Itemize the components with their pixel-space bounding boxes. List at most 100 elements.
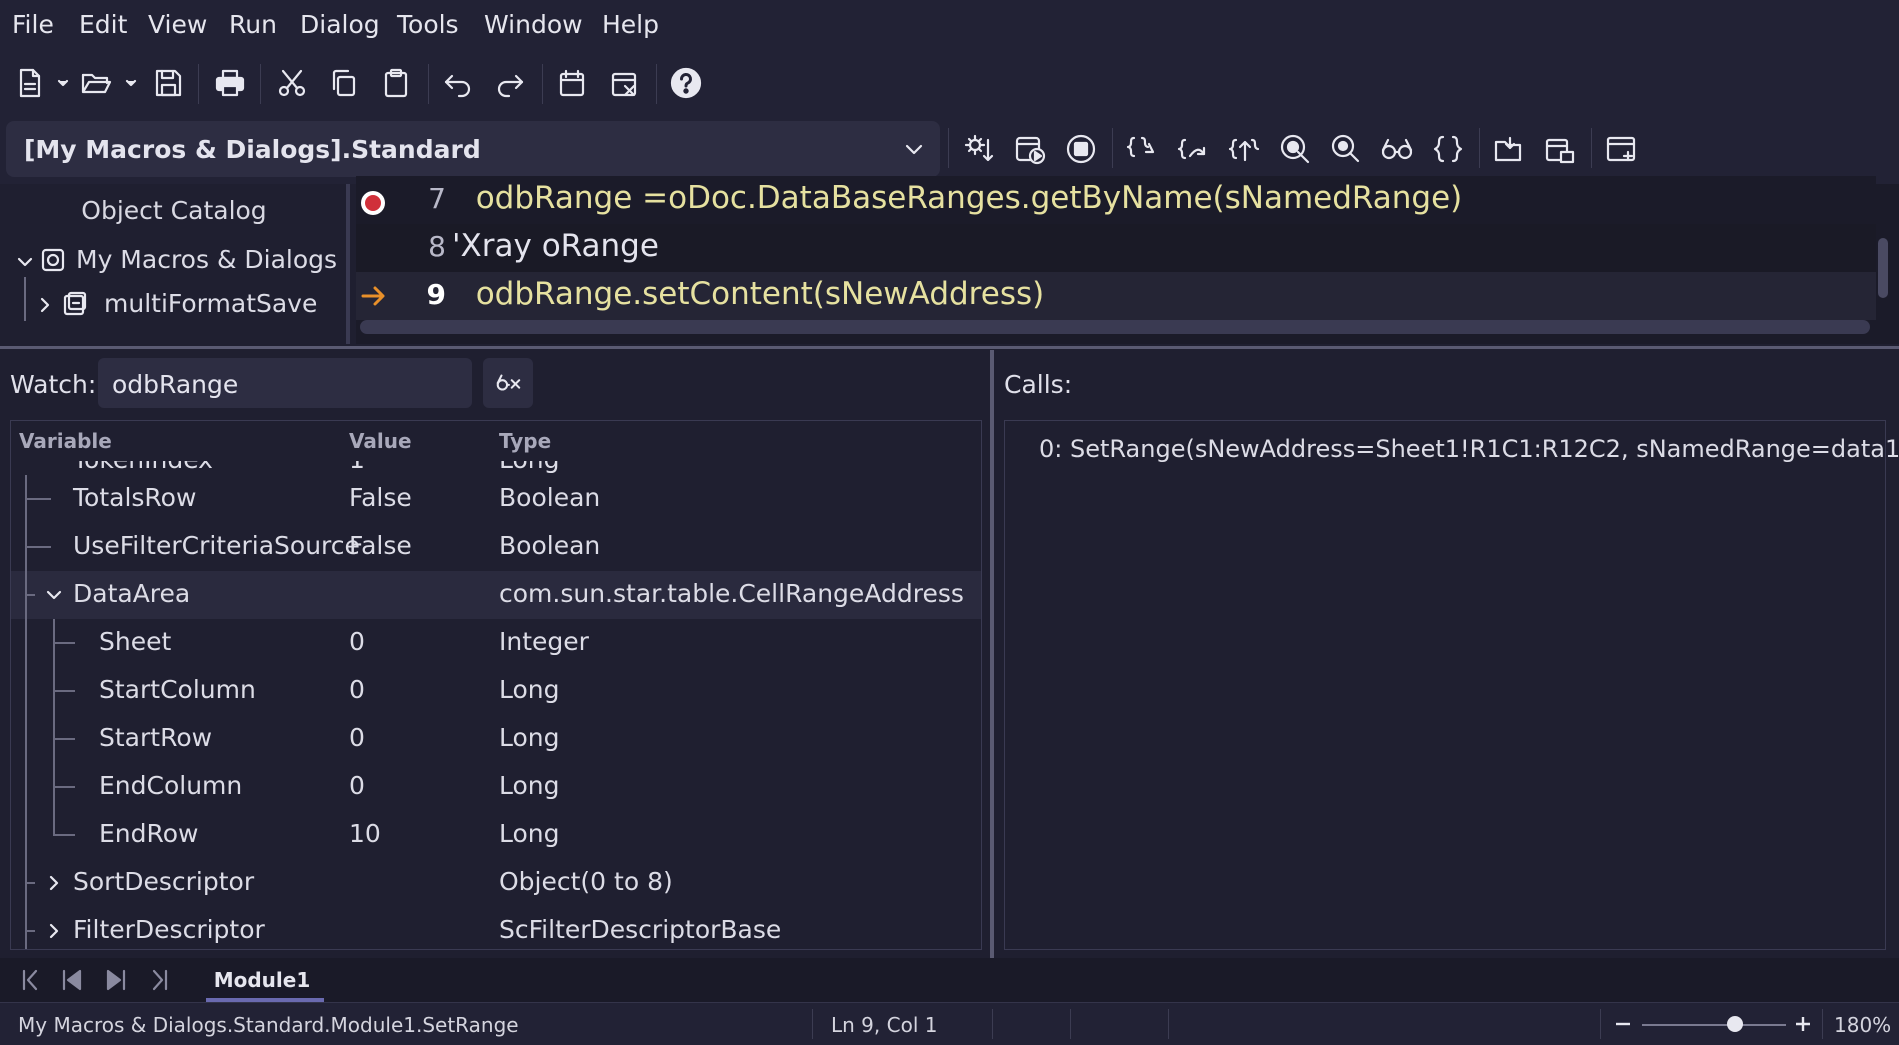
toolbar-separator (1591, 128, 1592, 168)
code-line[interactable]: 7 odbRange =oDoc.DataBaseRanges.getByNam… (356, 176, 1876, 224)
chevron-right-icon[interactable] (45, 922, 63, 940)
step-out-icon[interactable] (1224, 129, 1264, 169)
step-into-icon[interactable] (1122, 129, 1162, 169)
chevron-down-icon[interactable] (16, 253, 34, 271)
new-document-icon[interactable] (10, 63, 50, 103)
paste-icon[interactable] (376, 63, 416, 103)
first-tab-button[interactable] (16, 966, 46, 994)
insert-dialog-icon[interactable] (1601, 129, 1641, 169)
status-separator (1822, 1009, 1823, 1039)
last-tab-button[interactable] (146, 966, 176, 994)
export-basic-icon[interactable] (1540, 129, 1580, 169)
editor-horizontal-scrollbar[interactable] (360, 320, 1870, 334)
zoom-out-icon[interactable] (1614, 1015, 1632, 1033)
variable-type: Object(0 to 8) (499, 867, 673, 896)
variable-value: 10 (349, 819, 381, 848)
open-dropdown-caret-icon[interactable] (124, 63, 138, 103)
table-row[interactable]: SortDescriptor Object(0 to 8) (11, 859, 981, 907)
remove-watch-button[interactable] (483, 358, 533, 408)
stop-icon[interactable] (1061, 129, 1101, 169)
editor-splitter[interactable] (0, 346, 1899, 349)
select-brackets-icon[interactable] (1428, 129, 1468, 169)
zoom-level[interactable]: 180% (1834, 1013, 1891, 1037)
watch-input-box (98, 358, 472, 408)
help-icon[interactable] (666, 63, 706, 103)
table-row[interactable]: UseFilterCriteriaSource False Boolean (11, 523, 981, 571)
menu-edit[interactable]: Edit (79, 10, 127, 39)
variable-value: False (349, 531, 412, 560)
chevron-down-icon (905, 144, 923, 155)
library-selector[interactable]: [My Macros & Dialogs].Standard (6, 121, 940, 177)
open-folder-icon[interactable] (76, 63, 116, 103)
call-stack-item[interactable]: 0: SetRange(sNewAddress=Sheet1!R1C1:R12C… (1039, 435, 1899, 463)
menu-tools[interactable]: Tools (397, 10, 459, 39)
table-row[interactable]: EndColumn 0 Long (11, 763, 981, 811)
step-over-icon[interactable] (1173, 129, 1213, 169)
copy-icon[interactable] (324, 63, 364, 103)
status-separator (1070, 1009, 1071, 1039)
catalog-splitter[interactable] (346, 184, 350, 344)
variable-name: UseFilterCriteriaSource (73, 531, 360, 560)
menu-window[interactable]: Window (484, 10, 583, 39)
menu-file[interactable]: File (12, 10, 54, 39)
cut-icon[interactable] (272, 63, 312, 103)
table-row[interactable]: FilterDescriptor ScFilterDescriptorBase (11, 907, 981, 949)
variable-type: Long (499, 771, 560, 800)
code-line[interactable]: 8 'Xray oRange (356, 224, 1876, 272)
delete-module-icon[interactable] (604, 63, 644, 103)
column-header-type[interactable]: Type (499, 429, 551, 453)
run-basic-icon[interactable] (1010, 129, 1050, 169)
compile-icon[interactable] (959, 129, 999, 169)
call-stack-list: 0: SetRange(sNewAddress=Sheet1!R1C1:R12C… (1004, 420, 1899, 950)
menu-run[interactable]: Run (229, 10, 277, 39)
variable-type: ScFilterDescriptorBase (499, 915, 782, 944)
variable-name: Sheet (99, 627, 172, 656)
manage-breakpoints-icon[interactable] (1326, 129, 1366, 169)
variable-value: 0 (349, 675, 365, 704)
table-row[interactable]: StartRow 0 Long (11, 715, 981, 763)
undo-icon[interactable] (438, 63, 478, 103)
previous-tab-button[interactable] (58, 966, 88, 994)
code-line-current[interactable]: 9 odbRange.setContent(sNewAddress) (356, 272, 1876, 320)
menu-dialog[interactable]: Dialog (300, 10, 380, 39)
catalog-item-my-macros[interactable]: My Macros & Dialogs (10, 239, 340, 283)
table-row-selected[interactable]: DataArea com.sun.star.table.CellRangeAdd… (11, 571, 981, 619)
toolbar-separator (656, 64, 657, 104)
catalog-item-multiformatsave[interactable]: multiFormatSave (10, 277, 340, 327)
zoom-slider-handle[interactable] (1727, 1016, 1743, 1032)
column-header-value[interactable]: Value (349, 429, 412, 453)
macro-library-icon (41, 248, 65, 272)
import-basic-icon[interactable] (1489, 129, 1529, 169)
watch-input[interactable] (110, 368, 464, 400)
basic-module-icon (63, 291, 87, 316)
menu-help[interactable]: Help (602, 10, 659, 39)
chevron-right-icon[interactable] (36, 296, 54, 314)
redo-icon[interactable] (490, 63, 530, 103)
next-tab-button[interactable] (102, 966, 132, 994)
enable-watch-icon[interactable] (1377, 129, 1417, 169)
variable-value: 0 (349, 771, 365, 800)
catalog-item-label: multiFormatSave (104, 289, 318, 318)
zoom-in-icon[interactable] (1794, 1015, 1812, 1033)
variable-value: 0 (349, 723, 365, 752)
toolbar-separator (542, 64, 543, 104)
zoom-slider[interactable] (1642, 1024, 1786, 1026)
new-dropdown-caret-icon[interactable] (56, 63, 70, 103)
status-separator (1600, 1009, 1601, 1039)
menu-view[interactable]: View (148, 10, 207, 39)
status-location: My Macros & Dialogs.Standard.Module1.Set… (18, 1013, 519, 1037)
tab-module1[interactable]: Module1 (200, 958, 324, 1002)
variable-type: Long (499, 675, 560, 704)
table-row[interactable]: EndRow 10 Long (11, 811, 981, 859)
chevron-right-icon[interactable] (45, 874, 63, 892)
insert-module-icon[interactable] (552, 63, 592, 103)
column-header-variable[interactable]: Variable (19, 429, 112, 453)
table-row[interactable]: Sheet 0 Integer (11, 619, 981, 667)
breakpoint-icon[interactable] (1275, 129, 1315, 169)
chevron-down-icon[interactable] (45, 586, 63, 604)
table-row[interactable]: TotalsRow False Boolean (11, 475, 981, 523)
print-icon[interactable] (210, 63, 250, 103)
table-row[interactable]: StartColumn 0 Long (11, 667, 981, 715)
editor-vertical-scrollbar[interactable] (1878, 238, 1888, 298)
save-icon[interactable] (148, 63, 188, 103)
